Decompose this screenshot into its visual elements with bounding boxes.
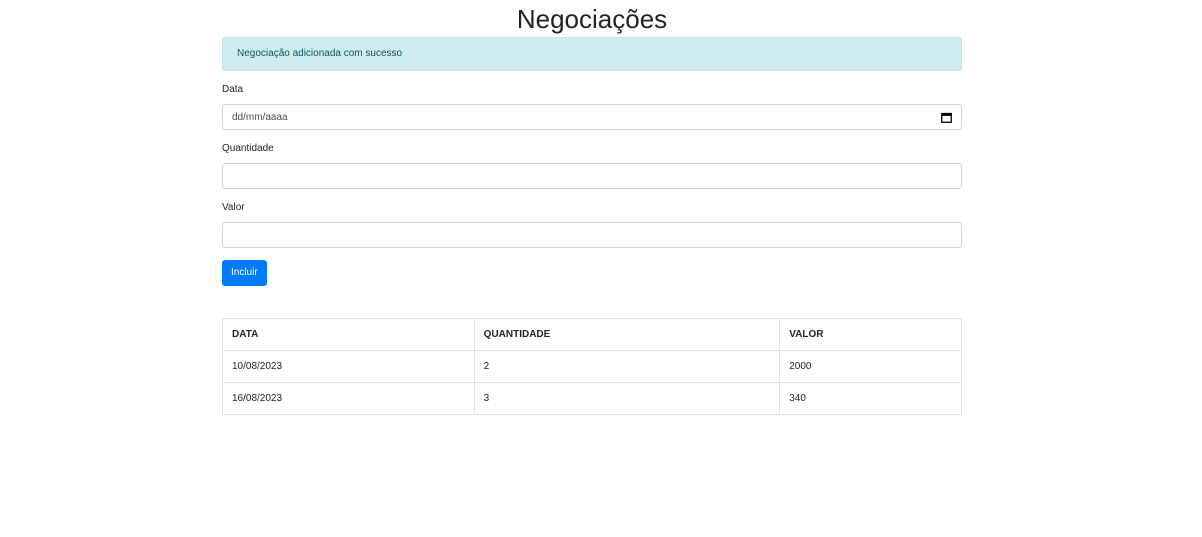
date-placeholder: dd/mm/aaaa [232,111,288,123]
page-title: Negociações [516,4,668,34]
quantity-group: Quantidade [222,143,962,189]
value-label: Valor [222,202,245,213]
cell-data: 16/08/2023 [222,382,475,415]
cell-data: 10/08/2023 [222,350,475,383]
header-data: DATA [222,318,475,351]
calendar-icon[interactable] [940,111,952,123]
include-button[interactable]: Incluir [222,260,267,286]
value-input[interactable] [222,222,962,248]
table-row: 10/08/2023 2 2000 [222,350,962,383]
date-group: Data dd/mm/aaaa [222,84,962,130]
header-quantidade: QUANTIDADE [473,318,781,351]
negotiations-table: DATA QUANTIDADE VALOR 10/08/2023 2 2000 … [222,318,962,415]
date-input[interactable]: dd/mm/aaaa [222,104,962,130]
value-group: Valor [222,202,962,248]
date-label: Data [222,84,244,95]
cell-quantidade: 3 [473,382,781,415]
negotiation-form: Data dd/mm/aaaa Quantidade Valor Incluir [222,84,962,286]
header-valor: VALOR [779,318,962,351]
cell-quantidade: 2 [473,350,781,383]
quantity-label: Quantidade [222,143,274,154]
table-header-row: DATA QUANTIDADE VALOR [222,318,962,351]
cell-valor: 2000 [779,350,962,383]
main-container: Negociações Negociação adicionada com su… [222,0,962,415]
quantity-input[interactable] [222,163,962,189]
table-row: 16/08/2023 3 340 [222,382,962,415]
cell-valor: 340 [779,382,962,415]
success-alert: Negociação adicionada com sucesso [222,37,962,71]
alert-message: Negociação adicionada com sucesso [237,48,403,59]
